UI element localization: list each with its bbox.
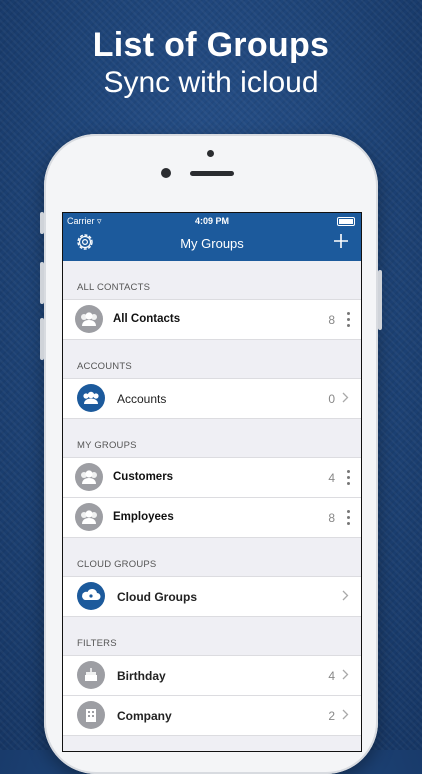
speaker (190, 171, 234, 176)
navigation-bar: Carrier ▿ 4:09 PM My Groups (63, 213, 361, 261)
app-screen: Carrier ▿ 4:09 PM My Groups ALL CONTACTS… (62, 212, 362, 752)
add-group-button[interactable] (333, 233, 349, 249)
chevron-right-icon (342, 392, 349, 403)
row-count: 8 (328, 511, 335, 525)
chevron-right-icon (342, 590, 349, 601)
chevron-right-icon (342, 669, 349, 680)
accounts-icon (77, 384, 105, 412)
volume-down-button (40, 318, 44, 360)
people-icon (75, 305, 103, 333)
status-time: 4:09 PM (194, 216, 229, 226)
cake-icon (77, 661, 105, 689)
row-label: Cloud Groups (117, 590, 197, 604)
section-header-all-contacts: ALL CONTACTS (77, 282, 151, 293)
row-count: 4 (328, 669, 335, 683)
group-row-cloud-groups[interactable]: Cloud Groups (63, 576, 361, 617)
section-header-cloud-groups: CLOUD GROUPS (77, 559, 157, 570)
promo-subtitle: Sync with icloud (103, 66, 319, 99)
mute-switch (40, 212, 44, 234)
more-options-icon[interactable] (347, 312, 351, 328)
section-header-filters: FILTERS (77, 638, 117, 649)
more-options-icon[interactable] (347, 510, 351, 526)
row-label: All Contacts (113, 313, 181, 325)
row-label: Employees (113, 511, 174, 523)
group-row-customers[interactable]: Customers 4 (63, 457, 361, 497)
status-bar: Carrier ▿ 4:09 PM (63, 213, 361, 229)
row-count: 0 (328, 392, 335, 406)
more-options-icon[interactable] (347, 470, 351, 486)
row-label: Birthday (117, 669, 166, 683)
group-row-all-contacts[interactable]: All Contacts 8 (63, 299, 361, 340)
group-row-employees[interactable]: Employees 8 (63, 497, 361, 538)
sensor (207, 150, 214, 157)
people-icon (75, 503, 103, 531)
group-row-accounts[interactable]: Accounts 0 (63, 378, 361, 419)
filter-row-birthday[interactable]: Birthday 4 (63, 655, 361, 695)
promo-title: List of Groups (92, 26, 330, 64)
cloud-icon (77, 582, 105, 610)
building-icon (77, 701, 105, 729)
row-label: Customers (113, 471, 174, 483)
section-header-my-groups: MY GROUPS (77, 440, 137, 451)
row-count: 2 (328, 709, 335, 723)
volume-up-button (40, 262, 44, 304)
front-camera (161, 168, 171, 178)
page-title: My Groups (180, 236, 244, 251)
row-label: Accounts (117, 392, 167, 406)
row-label: Company (117, 709, 172, 723)
people-icon (75, 463, 103, 491)
filter-row-company[interactable]: Company 2 (63, 695, 361, 736)
section-header-accounts: ACCOUNTS (77, 361, 132, 372)
row-count: 8 (328, 313, 335, 327)
row-count: 4 (328, 471, 335, 485)
battery-icon (337, 217, 355, 226)
power-button (378, 270, 382, 330)
chevron-right-icon (342, 709, 349, 720)
